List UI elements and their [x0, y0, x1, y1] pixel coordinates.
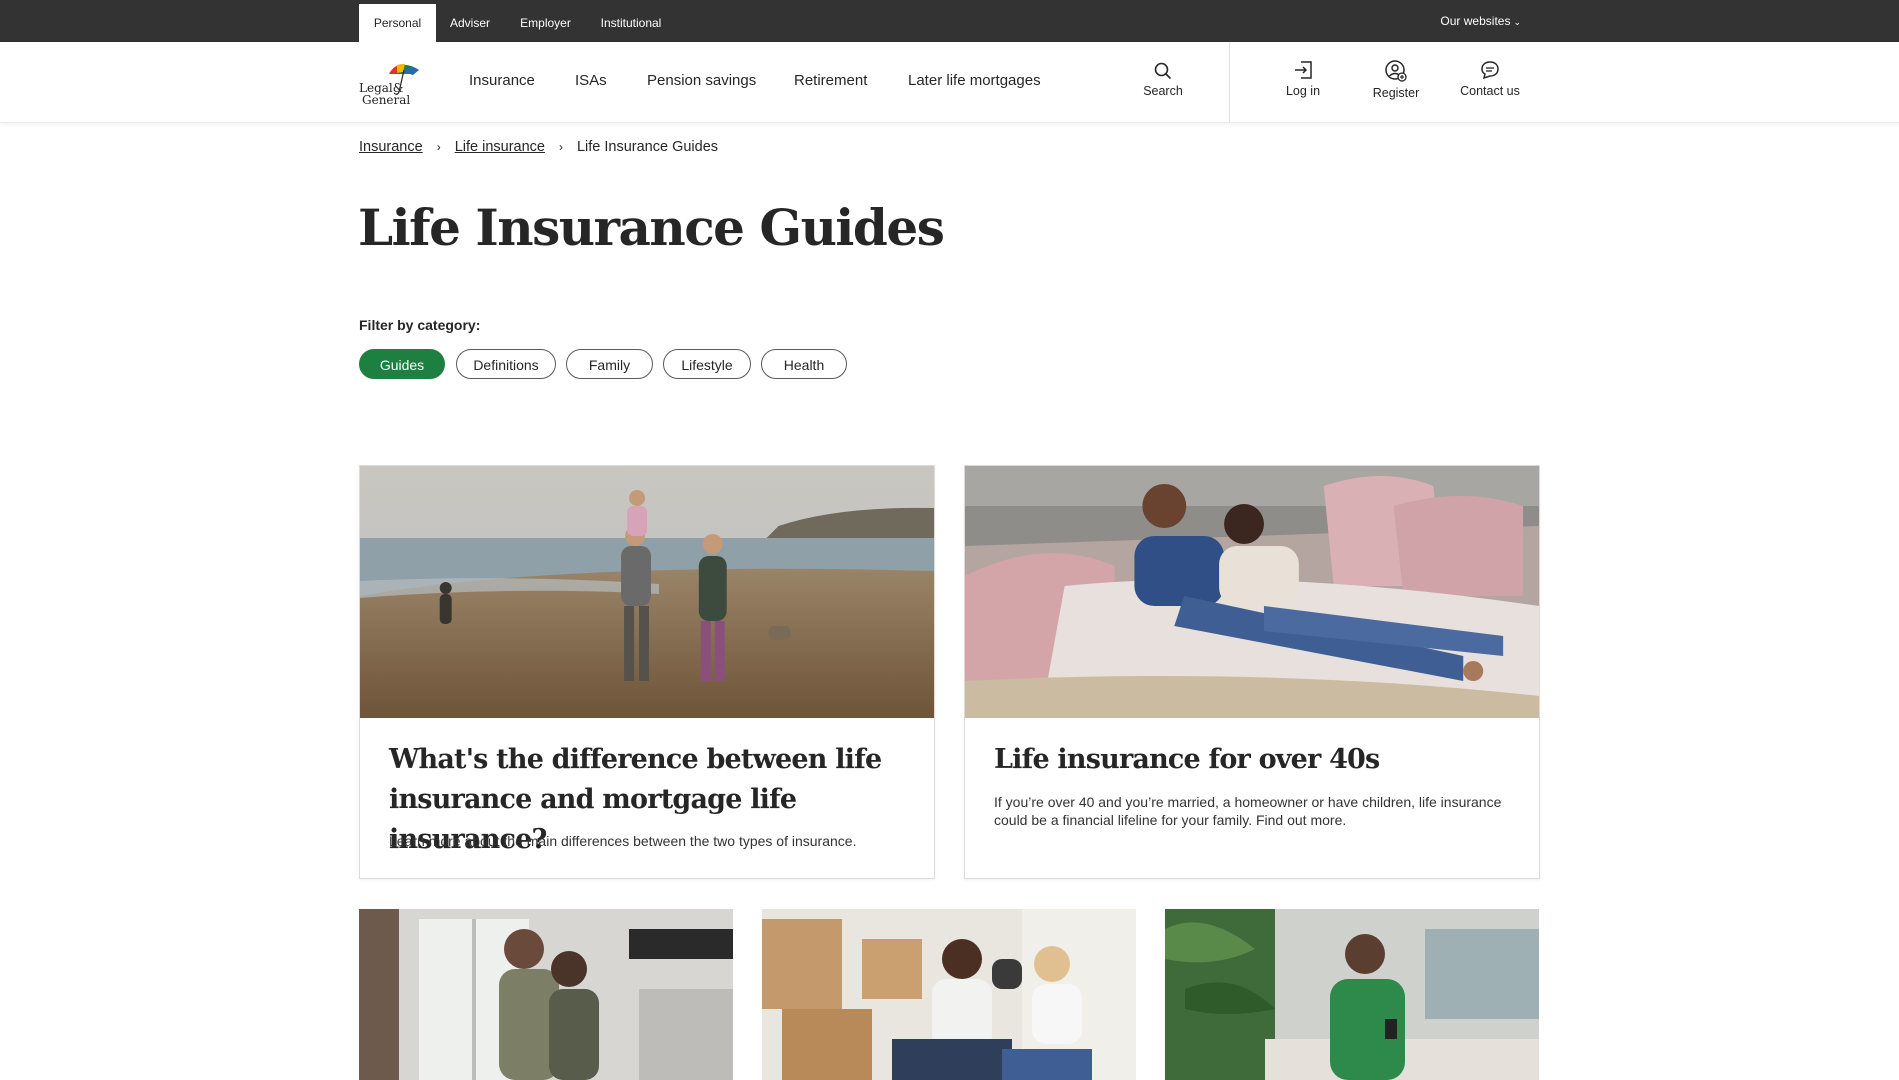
tab-employer[interactable]: Employer	[504, 4, 587, 42]
tab-adviser[interactable]: Adviser	[436, 4, 504, 42]
guide-card-image[interactable]	[762, 909, 1136, 1080]
nav-isas[interactable]: ISAs	[575, 72, 607, 89]
svg-text:General: General	[362, 93, 410, 106]
page-title: Life Insurance Guides	[358, 198, 945, 257]
chevron-down-icon: ⌄	[1513, 17, 1521, 27]
register-button[interactable]: Register	[1360, 42, 1432, 122]
our-websites-label: Our websites	[1440, 14, 1511, 28]
card-description: Learn more about the main differences be…	[389, 833, 857, 849]
filter-lifestyle[interactable]: Lifestyle	[663, 349, 751, 379]
guide-card-image[interactable]	[359, 909, 733, 1080]
our-websites-dropdown[interactable]: Our websites ⌄	[1440, 0, 1521, 42]
nav-pension-savings[interactable]: Pension savings	[647, 72, 756, 89]
register-label: Register	[1372, 86, 1420, 100]
woman-with-phone-photo	[1165, 909, 1539, 1080]
guide-card[interactable]: What's the difference between life in­su…	[359, 465, 935, 879]
contact-us-button[interactable]: Contact us	[1450, 42, 1530, 122]
nav-later-life-mortgages[interactable]: Later life mortgages	[908, 72, 1041, 89]
beach-family-photo	[360, 466, 934, 718]
filter-label: Filter by category:	[359, 317, 481, 333]
filter-definitions[interactable]: Definitions	[456, 349, 556, 379]
login-icon	[1295, 61, 1312, 79]
contact-us-label: Contact us	[1460, 84, 1520, 98]
legal-and-general-logo[interactable]: Legal& General	[359, 60, 423, 107]
nav-divider	[1229, 42, 1230, 122]
couple-on-sofa-photo	[965, 466, 1539, 718]
breadcrumb-current: Life Insurance Guides	[576, 139, 719, 155]
filter-health[interactable]: Health	[761, 349, 847, 379]
nav-insurance[interactable]: Insurance	[469, 72, 535, 89]
breadcrumb-separator-icon: ›	[436, 140, 441, 154]
guide-card[interactable]: Life insurance for over 40s If you’re ov…	[964, 465, 1540, 879]
guide-card-image[interactable]	[1165, 909, 1539, 1080]
card-description: If you’re over 40 and you’re married, a …	[994, 794, 1502, 828]
card-title[interactable]: Life insurance for over 40s	[994, 740, 1509, 780]
search-label: Search	[1143, 84, 1183, 98]
main-navigation: Legal& General Insurance ISAs Pension sa…	[0, 42, 1899, 123]
filter-guides[interactable]: Guides	[359, 349, 445, 379]
utility-bar: Personal Adviser Employer Institutional …	[0, 0, 1899, 42]
tab-institutional[interactable]: Institutional	[587, 4, 675, 42]
breadcrumb-separator-icon: ›	[558, 140, 563, 154]
register-icon	[1385, 60, 1407, 82]
breadcrumb-insurance[interactable]: Insurance	[359, 139, 423, 155]
breadcrumb: Insurance › Life insurance › Life Insurance …	[359, 139, 718, 155]
tab-personal[interactable]: Personal	[359, 4, 436, 42]
couple-moving-boxes-photo	[762, 909, 1136, 1080]
breadcrumb-life-insurance[interactable]: Life insurance	[455, 139, 545, 155]
login-button[interactable]: Log in	[1268, 42, 1338, 122]
nav-retirement[interactable]: Retirement	[794, 72, 867, 89]
search-icon	[1154, 62, 1172, 80]
login-label: Log in	[1285, 84, 1321, 98]
chat-bubble-icon	[1481, 61, 1499, 80]
couple-at-window-photo	[359, 909, 733, 1080]
filter-family[interactable]: Family	[566, 349, 653, 379]
search-button[interactable]: Search	[1128, 42, 1198, 122]
